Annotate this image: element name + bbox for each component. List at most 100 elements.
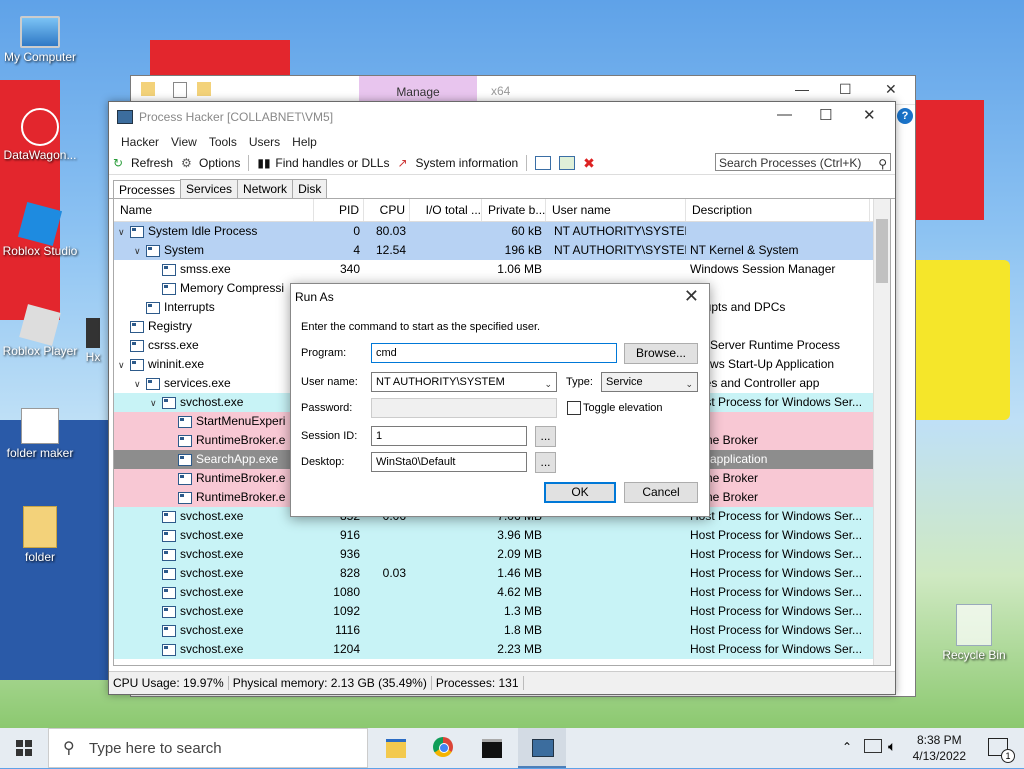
column-cpu[interactable]: CPU [364, 199, 410, 221]
cmd-icon[interactable] [468, 728, 516, 768]
network-icon[interactable] [864, 739, 882, 753]
status-cpu-usage: CPU Usage: 19.97% [109, 676, 229, 690]
desktop-browse-button[interactable]: ... [535, 452, 556, 473]
column-private-bytes[interactable]: Private b... [482, 199, 546, 221]
close-icon[interactable]: ✕ [684, 286, 699, 307]
system-information-button[interactable]: ↗ System information [397, 156, 518, 170]
desktop-icon-folder-maker[interactable]: folder maker [0, 408, 80, 460]
cell-pid: 340 [339, 262, 360, 276]
tab-disk[interactable]: Disk [292, 179, 328, 198]
cell-desc [686, 317, 870, 336]
table-row[interactable]: svchost.exe 1204 2.23 MB Host Process for W… [114, 640, 890, 659]
process-name-cell: svchost.exe [114, 507, 314, 526]
expand-arrow-icon[interactable]: ∨ [118, 223, 130, 241]
column-pid[interactable]: PID [314, 199, 364, 221]
terminate-icon[interactable]: ✖ [583, 155, 595, 172]
toolbar-separator [526, 155, 528, 171]
close-button[interactable]: ✕ [885, 81, 897, 98]
find-handles-button[interactable]: ▮▮ Find handles or DLLs [257, 156, 389, 170]
new-folder-icon[interactable] [197, 82, 211, 96]
menu-tools[interactable]: Tools [203, 135, 243, 149]
cell-user [546, 526, 686, 545]
options-button[interactable]: ⚙ Options [181, 156, 240, 170]
column-user-name[interactable]: User name [546, 199, 686, 221]
expand-arrow-icon[interactable]: ∨ [118, 356, 130, 374]
toggle-elevation-label[interactable]: Toggle elevation [583, 402, 663, 414]
table-row[interactable]: svchost.exe 1080 4.62 MB Host Process for W… [114, 583, 890, 602]
toggle-elevation-checkbox[interactable] [567, 401, 581, 415]
process-icon [178, 434, 192, 447]
cell-desc: Host Process for Windows Ser... [690, 547, 863, 561]
desktop-icon-folder[interactable]: folder [0, 506, 80, 564]
process-name-cell: Memory Compressi [114, 279, 314, 298]
type-select[interactable]: Service ⌄ [601, 372, 698, 392]
table-row[interactable]: smss.exe 340 1.06 MB Windows Session Manage… [114, 260, 890, 279]
network-icon [21, 108, 59, 146]
vertical-scrollbar[interactable] [873, 199, 890, 665]
table-row[interactable]: svchost.exe 1116 1.8 MB Host Process for Wi… [114, 621, 890, 640]
minimize-button[interactable]: — [795, 81, 809, 97]
process-name-cell: svchost.exe [114, 564, 314, 583]
close-button[interactable]: ✕ [863, 106, 876, 124]
tab-network[interactable]: Network [237, 179, 294, 198]
chevron-up-icon[interactable]: ⌃ [842, 740, 852, 754]
process-hacker-taskbar-icon[interactable] [518, 728, 566, 768]
desktop-icon-datawagon[interactable]: DataWagon... [0, 108, 80, 162]
process-name: System Idle Process [148, 224, 258, 238]
search-processes-input[interactable]: Search Processes (Ctrl+K) ⚲ [715, 153, 891, 171]
table-row[interactable]: svchost.exe 828 0.03 1.46 MB Host Process fo… [114, 564, 890, 583]
column-io-total[interactable]: I/O total ... [410, 199, 482, 221]
menu-view[interactable]: View [165, 135, 203, 149]
desktop-icon-my-computer[interactable]: My Computer [0, 10, 80, 64]
table-row[interactable]: svchost.exe 936 2.09 MB Host Process for Wi… [114, 545, 890, 564]
expand-arrow-icon[interactable]: ∨ [134, 375, 146, 393]
window-go-icon[interactable] [559, 156, 576, 170]
manage-tab[interactable]: Manage [359, 76, 477, 104]
taskbar-search-box[interactable]: ⚲ Type here to search [48, 728, 368, 768]
expand-arrow-icon[interactable]: ∨ [134, 242, 146, 260]
cell-priv: 1.3 MB [503, 604, 542, 618]
expand-arrow-icon[interactable]: ∨ [150, 394, 162, 412]
cancel-button[interactable]: Cancel [624, 482, 698, 503]
session-id-input[interactable]: 1 [371, 426, 527, 446]
desktop-input[interactable]: WinSta0\Default [371, 452, 527, 472]
tab-services[interactable]: Services [180, 179, 239, 198]
menu-users[interactable]: Users [243, 135, 286, 149]
ok-button[interactable]: OK [544, 482, 616, 503]
tab-processes[interactable]: Processes [113, 180, 182, 199]
process-icon [162, 529, 176, 542]
desktop-icon-hx[interactable]: Hx [78, 318, 108, 364]
session-browse-button[interactable]: ... [535, 426, 556, 447]
volume-icon[interactable]: 🔈︎ [888, 738, 896, 755]
browse-button[interactable]: Browse... [624, 343, 698, 364]
column-name[interactable]: Name [114, 199, 314, 221]
cell-desc: ntime Broker [690, 490, 759, 504]
maximize-button[interactable]: ☐ [839, 81, 852, 98]
chrome-icon[interactable] [420, 728, 468, 768]
maximize-button[interactable]: ☐ [819, 106, 832, 124]
desktop-icon-roblox-player[interactable]: Roblox Player [0, 304, 80, 358]
desktop-icon-roblox-studio[interactable]: Roblox Studio [0, 201, 80, 258]
run-as-dialog: Run As ✕ Enter the command to start as t… [290, 283, 710, 517]
notifications-icon[interactable]: 1 [988, 738, 1015, 763]
minimize-button[interactable]: — [777, 106, 792, 123]
window-icon[interactable] [535, 156, 552, 170]
refresh-button[interactable]: ↻ Refresh [113, 156, 173, 170]
clock[interactable]: 8:38 PM 4/13/2022 [913, 732, 966, 764]
column-description[interactable]: Description [686, 199, 870, 221]
properties-icon[interactable] [173, 82, 187, 98]
scrollbar-thumb[interactable] [876, 219, 888, 283]
user-name-combobox[interactable]: NT AUTHORITY\SYSTEM ⌄ [371, 372, 557, 392]
table-row[interactable]: svchost.exe 916 3.96 MB Host Process for Wi… [114, 526, 890, 545]
table-row[interactable]: ∨ System 4 12.54 196 kB NT AUTHORITY\SYSTEM NT… [114, 241, 890, 260]
cell-cpu: 80.03 [375, 224, 406, 238]
table-row[interactable]: ∨ System Idle Process 0 80.03 60 kB NT AUTHOR… [114, 222, 890, 241]
menu-hacker[interactable]: Hacker [115, 135, 165, 149]
help-icon[interactable]: ? [897, 108, 913, 124]
table-row[interactable]: svchost.exe 1092 1.3 MB Host Process for Wi… [114, 602, 890, 621]
desktop-icon-recycle-bin[interactable]: Recycle Bin [934, 604, 1014, 662]
program-input[interactable]: cmd [371, 343, 617, 363]
windows-start-icon[interactable] [16, 740, 32, 756]
file-explorer-icon[interactable] [372, 728, 420, 768]
menu-help[interactable]: Help [286, 135, 323, 149]
